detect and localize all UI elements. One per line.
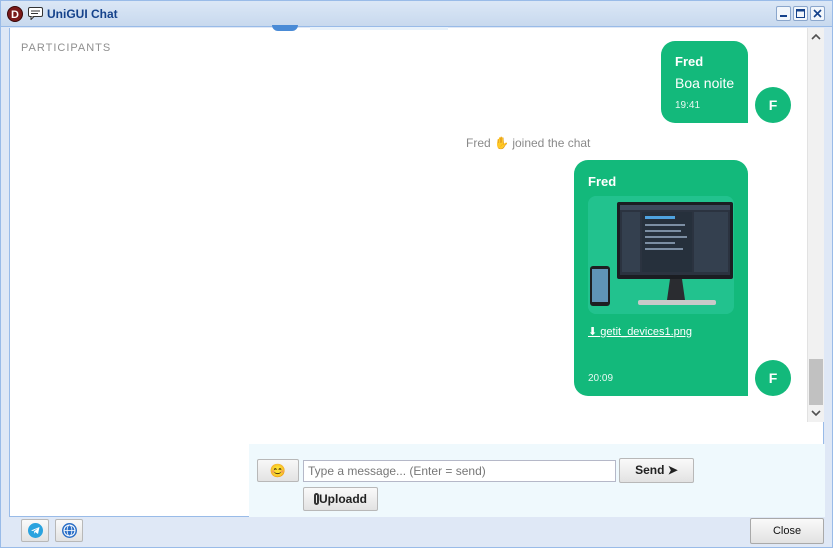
upload-label: Uploadd [319, 492, 367, 506]
chat-window: D UniGUI Chat PARTICIPANTS Fred Boa noit… [0, 0, 833, 548]
close-icon [813, 9, 822, 18]
attachment-filename: getit_devices1.png [600, 326, 693, 338]
minimize-icon [780, 15, 787, 17]
waving-hand-icon: ✋ [494, 136, 509, 150]
system-user: Fred [466, 136, 491, 150]
chat-icon [28, 7, 43, 20]
avatar: F [755, 87, 791, 123]
message-bubble: Fred ⬇ getit_devices1.png 20:09 [574, 160, 748, 396]
upload-button[interactable]: Uploadd [303, 487, 378, 511]
close-window-button[interactable] [810, 6, 825, 21]
scroll-down-icon[interactable] [811, 408, 821, 418]
maximize-button[interactable] [793, 6, 808, 21]
smiley-icon: 😊 [269, 463, 287, 478]
web-button[interactable] [55, 519, 83, 542]
vertical-scrollbar[interactable] [807, 28, 824, 422]
chat-content: PARTICIPANTS Fred Boa noite 19:41 F Fred… [9, 25, 825, 517]
message-time: 19:41 [675, 100, 701, 111]
attachment-link[interactable]: ⬇ getit_devices1.png [588, 325, 692, 338]
attachment-image[interactable] [588, 196, 734, 314]
message-partial [310, 27, 448, 30]
message-text: Boa noite [675, 75, 735, 91]
scrollbar-thumb[interactable] [809, 359, 823, 405]
telegram-icon [28, 523, 43, 538]
message-sender: Fred [675, 54, 704, 69]
close-button[interactable]: Close [750, 518, 824, 544]
minimize-button[interactable] [776, 6, 791, 21]
system-message: Fred ✋ joined the chat [466, 136, 590, 150]
maximize-icon [796, 9, 805, 18]
devices-image [588, 196, 734, 314]
emoji-button[interactable]: 😊 [257, 459, 299, 482]
footer: Close [9, 517, 824, 547]
web-icon [62, 523, 77, 538]
avatar-partial [272, 25, 298, 31]
send-button[interactable]: Send ➤ [619, 458, 694, 483]
avatar: F [755, 360, 791, 396]
composer: 😊 Send ➤ Uploadd [249, 444, 825, 517]
message-bubble: Fred Boa noite 19:41 [661, 41, 748, 123]
scroll-up-icon[interactable] [811, 32, 821, 42]
app-logo: D [7, 6, 23, 22]
message-input[interactable] [303, 460, 616, 482]
message-sender: Fred [588, 174, 617, 189]
telegram-button[interactable] [21, 519, 49, 542]
window-title: UniGUI Chat [47, 7, 118, 21]
participants-heading: PARTICIPANTS [21, 42, 112, 54]
title-bar[interactable]: D UniGUI Chat [1, 1, 832, 27]
system-text: joined the chat [512, 136, 591, 150]
message-time: 20:09 [588, 373, 614, 384]
